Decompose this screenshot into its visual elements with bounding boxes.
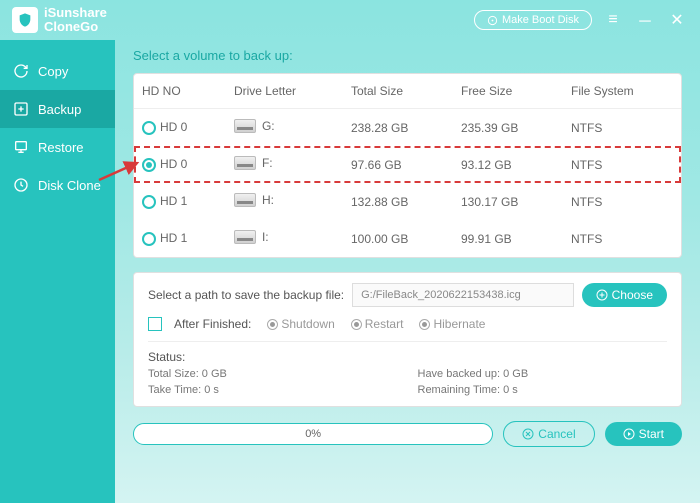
sidebar-item-label: Backup xyxy=(38,102,81,117)
close-button[interactable]: ✕ xyxy=(666,9,688,31)
status-backed-up: Have backed up: 0 GB xyxy=(418,368,668,380)
after-finished-label: After Finished: xyxy=(174,317,251,331)
path-label: Select a path to save the backup file: xyxy=(148,288,344,302)
radio-icon xyxy=(267,319,278,330)
app-name-1: iSunshare xyxy=(44,6,107,20)
table-row[interactable]: HD 0 F: 97.66 GB 93.12 GB NTFS xyxy=(134,146,681,183)
col-hd: HD NO xyxy=(134,74,226,109)
table-row[interactable]: HD 0 G: 238.28 GB 235.39 GB NTFS xyxy=(134,109,681,147)
sidebar: Copy Backup Restore Disk Clone xyxy=(0,40,115,503)
sidebar-item-label: Restore xyxy=(38,140,84,155)
disk-icon xyxy=(487,15,498,26)
progress-bar: 0% xyxy=(133,423,493,445)
table-row[interactable]: HD 1 H: 132.88 GB 130.17 GB NTFS xyxy=(134,183,681,220)
plus-box-icon xyxy=(12,100,30,118)
shield-icon xyxy=(12,7,38,33)
start-button[interactable]: Start xyxy=(605,422,682,446)
choose-button[interactable]: Choose xyxy=(582,283,667,307)
volume-table-panel: HD NO Drive Letter Total Size Free Size … xyxy=(133,73,682,258)
drive-icon xyxy=(234,156,256,170)
radio-icon xyxy=(419,319,430,330)
options-panel: Select a path to save the backup file: C… xyxy=(133,272,682,407)
status-title: Status: xyxy=(148,350,667,364)
cancel-icon xyxy=(522,428,534,440)
sidebar-item-copy[interactable]: Copy xyxy=(0,52,115,90)
status-total-size: Total Size: 0 GB xyxy=(148,368,398,380)
drive-icon xyxy=(234,230,256,244)
after-finished-checkbox[interactable] xyxy=(148,317,162,331)
cancel-button[interactable]: Cancel xyxy=(503,421,594,447)
col-total: Total Size xyxy=(343,74,453,109)
backup-path-input[interactable] xyxy=(352,283,574,307)
radio-icon[interactable] xyxy=(142,158,156,172)
play-icon xyxy=(623,428,635,440)
drive-icon xyxy=(234,193,256,207)
option-restart[interactable]: Restart xyxy=(351,317,404,331)
status-take-time: Take Time: 0 s xyxy=(148,384,398,396)
option-shutdown[interactable]: Shutdown xyxy=(267,317,334,331)
sidebar-item-backup[interactable]: Backup xyxy=(0,90,115,128)
sidebar-item-label: Copy xyxy=(38,64,68,79)
app-name-2: CloneGo xyxy=(44,20,107,34)
sidebar-item-label: Disk Clone xyxy=(38,178,101,193)
app-logo: iSunshare CloneGo xyxy=(12,6,107,35)
clone-icon xyxy=(12,176,30,194)
col-free: Free Size xyxy=(453,74,563,109)
minimize-button[interactable]: － xyxy=(634,9,656,31)
radio-icon[interactable] xyxy=(142,232,156,246)
drive-icon xyxy=(234,119,256,133)
refresh-icon xyxy=(12,62,30,80)
col-fs: File System xyxy=(563,74,681,109)
table-row[interactable]: HD 1 I: 100.00 GB 99.91 GB NTFS xyxy=(134,220,681,257)
sidebar-item-disk-clone[interactable]: Disk Clone xyxy=(0,166,115,204)
radio-icon xyxy=(351,319,362,330)
radio-icon[interactable] xyxy=(142,121,156,135)
plus-circle-icon xyxy=(596,289,608,301)
make-boot-disk-button[interactable]: Make Boot Disk xyxy=(474,10,592,30)
radio-icon[interactable] xyxy=(142,195,156,209)
status-remaining: Remaining Time: 0 s xyxy=(418,384,668,396)
menu-button[interactable]: ≡ xyxy=(602,9,624,31)
section-title: Select a volume to back up: xyxy=(133,40,682,73)
option-hibernate[interactable]: Hibernate xyxy=(419,317,485,331)
sidebar-item-restore[interactable]: Restore xyxy=(0,128,115,166)
restore-icon xyxy=(12,138,30,156)
col-letter: Drive Letter xyxy=(226,74,343,109)
